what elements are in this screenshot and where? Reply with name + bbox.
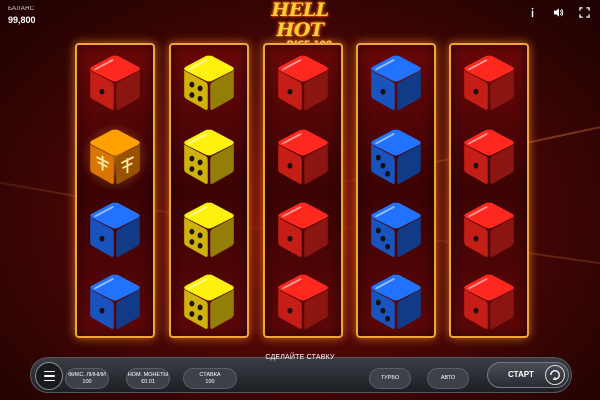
blue-die-symbol bbox=[77, 266, 153, 338]
menu-icon-line bbox=[43, 379, 55, 382]
red-die-symbol bbox=[451, 47, 527, 119]
die-pip bbox=[380, 307, 386, 314]
die-pip bbox=[197, 304, 203, 311]
die-pip bbox=[197, 169, 203, 176]
die-pip bbox=[189, 311, 195, 317]
die-pip bbox=[189, 300, 195, 307]
die-pip bbox=[375, 154, 381, 161]
sound-icon[interactable] bbox=[552, 6, 564, 18]
balance-label: БАЛАНС bbox=[8, 6, 35, 12]
bet-value: 100 bbox=[205, 379, 215, 385]
red-die-symbol bbox=[451, 121, 527, 193]
top-icons bbox=[526, 6, 590, 18]
die-pip bbox=[287, 162, 293, 169]
reel-column bbox=[263, 43, 343, 338]
die-pip bbox=[375, 227, 381, 234]
start-button[interactable]: СТАРТ bbox=[487, 362, 569, 388]
blue-die-symbol bbox=[358, 47, 434, 119]
menu-icon-line bbox=[43, 370, 55, 373]
die-pip bbox=[287, 307, 293, 314]
yellow-die-symbol bbox=[171, 194, 247, 266]
bet-selector[interactable]: СТАВКА 100 bbox=[183, 368, 237, 389]
reel-column bbox=[356, 43, 436, 338]
auto-label: АВТО bbox=[440, 375, 456, 381]
logo-title: HELL HOT bbox=[271, 0, 329, 41]
control-bar: ФИКС. ЛИНИИ 100 НОМ. МОНЕТЫ €0.01 СТАВКА… bbox=[30, 357, 572, 393]
red-die-symbol bbox=[451, 266, 527, 338]
fullscreen-icon[interactable] bbox=[578, 6, 590, 18]
coin-value-selector[interactable]: НОМ. МОНЕТЫ €0.01 bbox=[126, 368, 170, 389]
die-pip bbox=[197, 314, 203, 321]
red-die-symbol bbox=[265, 47, 341, 119]
die-pip bbox=[99, 235, 105, 242]
turbo-label: ТУРБО bbox=[380, 375, 400, 381]
blue-die-symbol bbox=[77, 194, 153, 266]
die-pip bbox=[385, 315, 391, 322]
die-pip bbox=[287, 88, 293, 95]
lines-selector[interactable]: ФИКС. ЛИНИИ 100 bbox=[65, 368, 109, 389]
die-pip bbox=[189, 81, 195, 88]
die-pip bbox=[99, 307, 105, 314]
die-pip bbox=[197, 159, 203, 166]
blue-die-symbol bbox=[358, 194, 434, 266]
die-pip bbox=[380, 235, 386, 242]
red-die-symbol bbox=[265, 266, 341, 338]
die-pip bbox=[189, 228, 195, 235]
coin-label: НОМ. МОНЕТЫ bbox=[127, 372, 169, 378]
die-pip bbox=[197, 85, 203, 92]
lines-label: ФИКС. ЛИНИИ bbox=[68, 372, 106, 378]
die-pip bbox=[197, 95, 203, 102]
red-die-symbol bbox=[265, 121, 341, 193]
yellow-die-symbol bbox=[171, 47, 247, 119]
die-pip bbox=[197, 242, 203, 249]
auto-button[interactable]: АВТО bbox=[427, 368, 469, 389]
coin-value: €0.01 bbox=[141, 379, 155, 385]
special-die-symbol bbox=[77, 121, 153, 193]
die-pip bbox=[375, 299, 381, 306]
info-icon[interactable] bbox=[526, 6, 538, 18]
yellow-die-symbol bbox=[171, 266, 247, 338]
lines-value: 100 bbox=[82, 379, 92, 385]
game-logo: HELL HOT DICE 100 bbox=[250, 0, 350, 50]
die-pip bbox=[473, 307, 479, 314]
reel-column bbox=[449, 43, 529, 338]
die-pip bbox=[473, 235, 479, 242]
die-pip bbox=[287, 235, 293, 242]
menu-icon-line bbox=[43, 375, 55, 377]
die-pip bbox=[189, 155, 195, 162]
reel-column bbox=[75, 43, 155, 338]
reels-area bbox=[75, 43, 530, 338]
yellow-die-symbol bbox=[171, 121, 247, 193]
balance-value: 99,800 bbox=[8, 15, 36, 25]
die-pip bbox=[473, 88, 479, 95]
blue-die-symbol bbox=[358, 121, 434, 193]
die-pip bbox=[189, 166, 195, 172]
die-pip bbox=[99, 88, 105, 95]
red-die-symbol bbox=[451, 194, 527, 266]
die-pip bbox=[473, 162, 479, 169]
die-pip bbox=[197, 232, 203, 239]
red-die-symbol bbox=[265, 194, 341, 266]
turbo-button[interactable]: ТУРБО bbox=[369, 368, 411, 389]
spin-icon bbox=[545, 365, 565, 385]
bet-prompt: СДЕЛАЙТЕ СТАВКУ bbox=[265, 354, 335, 361]
start-label: СТАРТ bbox=[508, 370, 534, 379]
red-die-symbol bbox=[77, 47, 153, 119]
die-pip bbox=[385, 170, 391, 177]
die-pip bbox=[385, 243, 391, 250]
die-pip bbox=[380, 88, 386, 95]
bet-label: СТАВКА bbox=[199, 372, 221, 378]
balance-panel: БАЛАНС 99,800 bbox=[8, 6, 36, 25]
die-pip bbox=[380, 162, 386, 169]
blue-die-symbol bbox=[358, 266, 434, 338]
reel-column bbox=[169, 43, 249, 338]
die-pip bbox=[189, 92, 195, 98]
die-pip bbox=[189, 239, 195, 245]
menu-button[interactable] bbox=[35, 362, 63, 390]
